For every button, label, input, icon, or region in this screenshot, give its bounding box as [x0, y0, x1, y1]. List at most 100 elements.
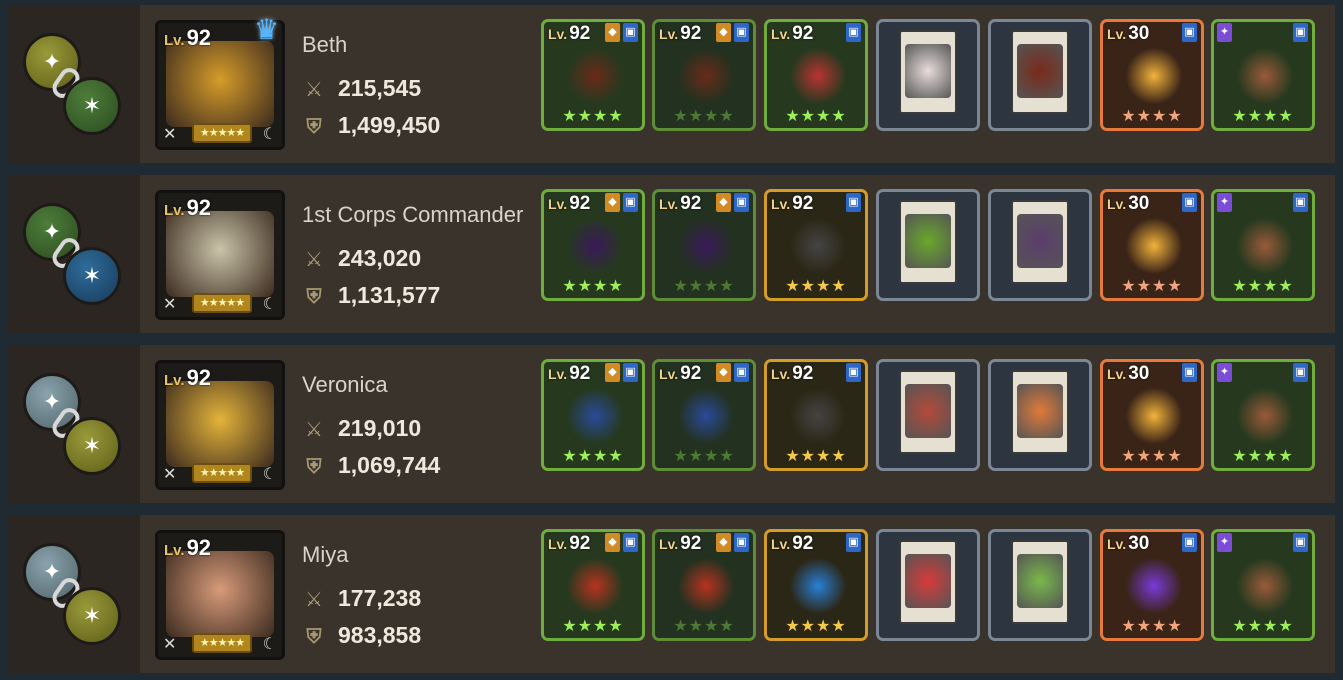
- hero-name: Veronica: [302, 372, 388, 397]
- accessory-slot[interactable]: Lv. 92 ▣ ★★★★: [764, 359, 868, 471]
- hero-portrait[interactable]: Lv.92 ★★★★★ ✕ ☾: [155, 190, 285, 320]
- weapon-slot[interactable]: Lv. 92 ▣ ◆ ★★★★: [541, 189, 645, 301]
- weapon-slot[interactable]: Lv. 92 ▣ ◆ ★★★★: [541, 19, 645, 131]
- card-frame: [1011, 200, 1069, 284]
- relic-slot[interactable]: ✦ ▣ ★★★★: [1211, 359, 1315, 471]
- bookmark-icon: ▣: [734, 23, 749, 42]
- card-frame: [1011, 540, 1069, 624]
- rune-icon: ◆: [716, 533, 731, 552]
- costume-slot[interactable]: Lv. 30 ▣ ★★★★: [1100, 19, 1204, 131]
- hero-portrait[interactable]: Lv.92 ★★★★★ ✕ ☾: [155, 360, 285, 490]
- bookmark-icon: ▣: [1182, 23, 1197, 42]
- hero-level: Lv.92: [164, 535, 212, 560]
- item-level: Lv. 92: [548, 363, 591, 384]
- relic-slot[interactable]: ✦ ▣ ★★★★: [1211, 529, 1315, 641]
- card-slot-2[interactable]: [988, 189, 1092, 301]
- costume-slot[interactable]: Lv. 30 ▣ ★★★★: [1100, 529, 1204, 641]
- card-slot-1[interactable]: [876, 359, 980, 471]
- bookmark-icon: ▣: [1182, 533, 1197, 552]
- rune-icon: ◆: [605, 533, 620, 552]
- sub-weapon-slot[interactable]: Lv. 92 ▣ ◆ ★★★★: [652, 19, 756, 131]
- attack-stat: ⚔ 243,020: [302, 245, 421, 272]
- weapon-slot[interactable]: Lv. 92 ▣ ◆ ★★★★: [541, 359, 645, 471]
- item-icon: [1125, 388, 1183, 444]
- sub-weapon-slot[interactable]: Lv. 92 ▣ ◆ ★★★★: [652, 189, 756, 301]
- defense-stat: ⛨ 983,858: [302, 622, 422, 649]
- hero-art: [166, 551, 274, 637]
- accessory-slot[interactable]: Lv. 92 ▣ ★★★★: [764, 19, 868, 131]
- relic-slot[interactable]: ✦ ▣ ★★★★: [1211, 19, 1315, 131]
- costume-slot[interactable]: Lv. 30 ▣ ★★★★: [1100, 189, 1204, 301]
- attack-stat: ⚔ 177,238: [302, 585, 421, 612]
- hero-star-rank: ★★★★★: [192, 463, 252, 483]
- item-star-rank: ★★★★: [1121, 618, 1183, 635]
- bookmark-icon: ▣: [846, 533, 861, 552]
- fire-icon: ☾: [262, 636, 277, 653]
- accessory-slot[interactable]: Lv. 92 ▣ ★★★★: [764, 189, 868, 301]
- item-star-rank: ★★★★: [1232, 618, 1294, 635]
- relic-rank-icon: ✦: [1217, 23, 1232, 42]
- class-icon: ✕: [163, 466, 177, 483]
- bookmark-icon: ▣: [1293, 533, 1308, 552]
- rune-icon: ◆: [605, 363, 620, 382]
- bookmark-icon: ▣: [846, 363, 861, 382]
- item-level: Lv. 92: [548, 23, 591, 44]
- secondary-element-icon: ✶: [63, 77, 121, 135]
- bookmark-icon: ▣: [734, 533, 749, 552]
- class-icon: ✕: [163, 126, 177, 143]
- accessory-slot[interactable]: Lv. 92 ▣ ★★★★: [764, 529, 868, 641]
- item-icon: [566, 558, 624, 614]
- hero-portrait[interactable]: Lv.92 ★★★★★ ✕ ☾: [155, 530, 285, 660]
- card-frame: [1011, 30, 1069, 114]
- item-star-rank: ★★★★: [1232, 108, 1294, 125]
- card-slot-2[interactable]: [988, 359, 1092, 471]
- item-icon: [677, 218, 735, 274]
- card-slot-1[interactable]: [876, 529, 980, 641]
- card-frame: [1011, 370, 1069, 454]
- bookmark-icon: ▣: [1182, 363, 1197, 382]
- item-star-rank: ★★★★: [785, 618, 847, 635]
- item-icon: [677, 558, 735, 614]
- item-star-rank: ★★★★: [562, 278, 624, 295]
- item-level: Lv. 92: [659, 23, 702, 44]
- secondary-element-icon: ✶: [63, 587, 121, 645]
- sub-weapon-slot[interactable]: Lv. 92 ▣ ◆ ★★★★: [652, 359, 756, 471]
- hero-row[interactable]: ✦ ✶ Lv.92 ★★★★★ ✕ ☾ 1st Corps Commander …: [7, 175, 1335, 333]
- class-icon: ✕: [163, 636, 177, 653]
- item-icon: [789, 558, 847, 614]
- relic-slot[interactable]: ✦ ▣ ★★★★: [1211, 189, 1315, 301]
- item-icon: [566, 218, 624, 274]
- shield-icon: ⛨: [306, 626, 322, 648]
- item-star-rank: ★★★★: [785, 278, 847, 295]
- relic-rank-icon: ✦: [1217, 533, 1232, 552]
- hero-row[interactable]: ✦ ✶ Lv.92 ★★★★★ ✕ ☾ ♛ Beth ⚔ 215,545 ⛨ 1,4…: [7, 5, 1335, 163]
- hero-row[interactable]: ✦ ✶ Lv.92 ★★★★★ ✕ ☾ Veronica ⚔ 219,010 ⛨ 1…: [7, 345, 1335, 503]
- attack-stat: ⚔ 215,545: [302, 75, 421, 102]
- attack-stat: ⚔ 219,010: [302, 415, 421, 442]
- card-slot-1[interactable]: [876, 189, 980, 301]
- card-slot-2[interactable]: [988, 19, 1092, 131]
- costume-slot[interactable]: Lv. 30 ▣ ★★★★: [1100, 359, 1204, 471]
- bookmark-icon: ▣: [734, 193, 749, 212]
- weapon-slot[interactable]: Lv. 92 ▣ ◆ ★★★★: [541, 529, 645, 641]
- bookmark-icon: ▣: [1293, 23, 1308, 42]
- card-frame: [899, 370, 957, 454]
- item-icon: [789, 218, 847, 274]
- item-star-rank: ★★★★: [673, 448, 735, 465]
- card-art: [1017, 214, 1063, 268]
- item-star-rank: ★★★★: [1121, 108, 1183, 125]
- water-icon: ☾: [262, 466, 277, 483]
- card-slot-1[interactable]: [876, 19, 980, 131]
- sub-weapon-slot[interactable]: Lv. 92 ▣ ◆ ★★★★: [652, 529, 756, 641]
- card-slot-2[interactable]: [988, 529, 1092, 641]
- attack-icon: ⚔: [305, 249, 323, 271]
- item-star-rank: ★★★★: [785, 448, 847, 465]
- rune-icon: ◆: [605, 23, 620, 42]
- bookmark-icon: ▣: [734, 363, 749, 382]
- item-icon: [677, 48, 735, 104]
- hero-row[interactable]: ✦ ✶ Lv.92 ★★★★★ ✕ ☾ Miya ⚔ 177,238 ⛨ 983,8…: [7, 515, 1335, 673]
- item-level: Lv. 30: [1107, 533, 1150, 554]
- item-star-rank: ★★★★: [785, 108, 847, 125]
- item-star-rank: ★★★★: [1232, 278, 1294, 295]
- item-icon: [1125, 48, 1183, 104]
